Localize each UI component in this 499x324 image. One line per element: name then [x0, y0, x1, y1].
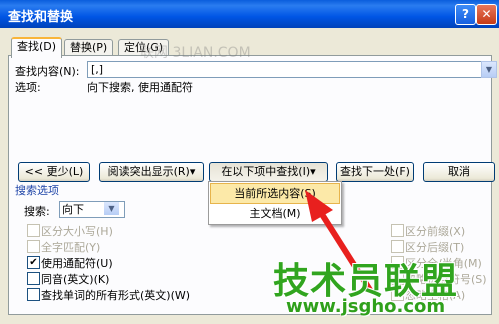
watermark-url: www.jsgho.com — [286, 296, 446, 317]
